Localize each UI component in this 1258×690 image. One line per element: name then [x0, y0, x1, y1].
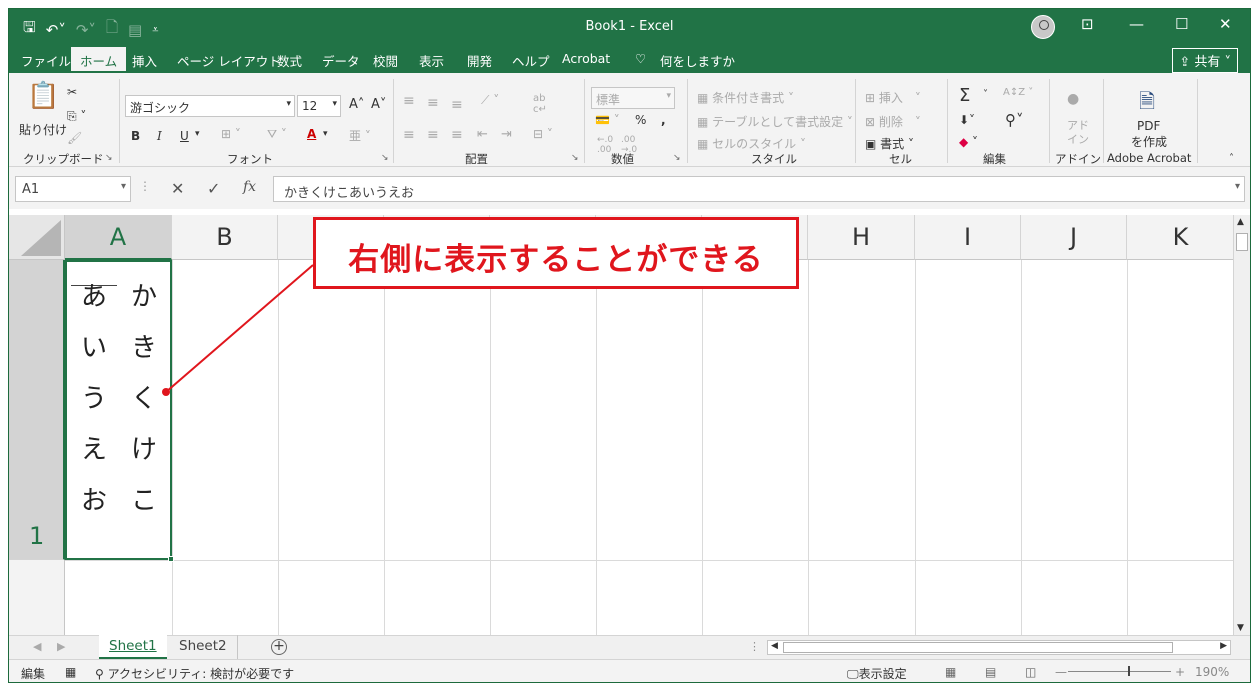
status-bar: 編集 ▦ ⚲ アクセシビリティ: 検討が必要です 🖵表示設定 ▦ ▤ ◫ — +… [9, 659, 1250, 682]
zoom-level[interactable]: 190% [1195, 665, 1229, 679]
zoom-in-icon[interactable]: + [1175, 665, 1185, 679]
sheet-tab-bar: ◀ ▶ Sheet1 Sheet2 + ⋮ ◀ ▶ [9, 635, 1250, 659]
next-sheet-icon[interactable]: ▶ [57, 640, 65, 653]
accessibility-icon: ⚲ [95, 667, 108, 681]
zoom-slider[interactable] [1068, 666, 1171, 676]
add-sheet-button[interactable]: + [271, 639, 287, 655]
page-layout-view-icon[interactable]: ▤ [985, 665, 996, 679]
normal-view-icon[interactable]: ▦ [945, 665, 956, 679]
page-break-view-icon[interactable]: ◫ [1025, 665, 1036, 679]
excel-window: 🖫 ↶˅ ↷˅ 🗋 ▤ ⩡ Book1 - Excel ⊡ — ☐ ✕ ファイル… [8, 8, 1251, 683]
prev-sheet-icon[interactable]: ◀ [33, 640, 41, 653]
zoom-out-icon[interactable]: — [1055, 665, 1067, 679]
scroll-left-icon[interactable]: ◀ [771, 641, 778, 651]
horizontal-scrollbar[interactable]: ◀ ▶ [767, 640, 1231, 655]
display-settings-icon: 🖵 [847, 667, 859, 681]
display-settings-button[interactable]: 🖵表示設定 [847, 665, 907, 682]
scroll-right-icon[interactable]: ▶ [1220, 641, 1227, 651]
callout-leader-line [162, 264, 314, 396]
sheet-tab-sheet2[interactable]: Sheet2 [169, 635, 238, 659]
annotation-callout: 右側に表示することができる [313, 217, 799, 289]
mode-indicator: 編集 [21, 667, 46, 681]
accessibility-status[interactable]: ⚲ アクセシビリティ: 検討が必要です [95, 665, 294, 682]
sheet-tab-sheet1[interactable]: Sheet1 [99, 635, 167, 659]
macro-record-icon[interactable]: ▦ [65, 665, 76, 679]
scroll-thumb[interactable] [783, 642, 1173, 653]
splitter-icon[interactable]: ⋮ [749, 640, 760, 653]
